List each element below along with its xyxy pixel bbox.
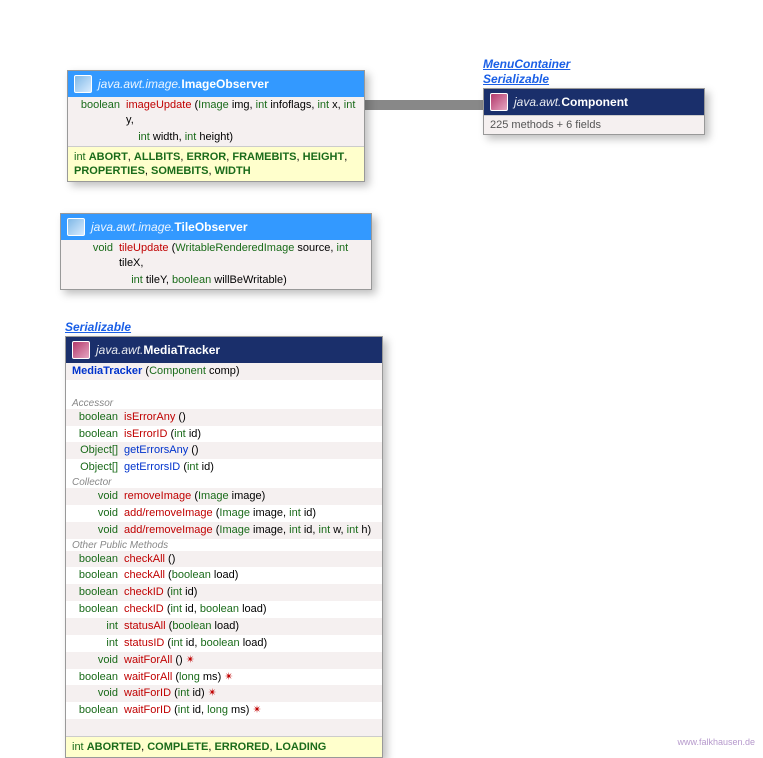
header-component: java.awt.Component xyxy=(484,89,704,115)
class-icon xyxy=(72,341,90,359)
method-sig: add/removeImage (Image image, int id, in… xyxy=(124,523,371,538)
method-sig: checkAll (boolean load) xyxy=(124,568,238,583)
method-row: intstatusID (int id, boolean load) xyxy=(66,635,382,652)
return-type: boolean xyxy=(72,552,124,567)
method-row: voidadd/removeImage (Image image, int id… xyxy=(66,505,382,522)
implements-serializable-mediatracker: Serializable xyxy=(65,320,131,334)
return-type: boolean xyxy=(72,568,124,583)
method-sig: waitForID (int id, long ms) ✴ xyxy=(124,703,262,718)
header-tile-observer: java.awt.image.TileObserver xyxy=(61,214,371,240)
implements-serializable-component: Serializable xyxy=(483,72,549,86)
method-row: voidtileUpdate (WritableRenderedImage so… xyxy=(61,240,371,272)
method-sig: removeImage (Image image) xyxy=(124,489,265,504)
name-media-tracker: MediaTracker xyxy=(143,343,220,357)
ctor-sig: MediaTracker (Component comp) xyxy=(72,364,240,379)
method-row: booleanwaitForID (int id, long ms) ✴ xyxy=(66,702,382,719)
method-sig: checkAll () xyxy=(124,552,175,567)
method-sig: add/removeImage (Image image, int id) xyxy=(124,506,316,521)
method-sig: imageUpdate (Image img, int infoflags, i… xyxy=(126,98,358,128)
return-type: int xyxy=(72,619,124,634)
method-row: booleanisErrorID (int id) xyxy=(66,426,382,443)
return-type: boolean xyxy=(72,585,124,600)
method-row: voidremoveImage (Image image) xyxy=(66,488,382,505)
return-type: void xyxy=(72,686,124,701)
method-row: voidwaitForID (int id) ✴ xyxy=(66,685,382,702)
return-type: boolean xyxy=(72,410,124,425)
method-row: intstatusAll (boolean load) xyxy=(66,618,382,635)
method-row: booleanisErrorAny () xyxy=(66,409,382,426)
summary-component: 225 methods + 6 fields xyxy=(484,115,704,134)
method-row: booleanwaitForAll (long ms) ✴ xyxy=(66,669,382,686)
method-row: voidadd/removeImage (Image image, int id… xyxy=(66,522,382,539)
connector-imageobserver-component xyxy=(358,100,488,110)
method-row: booleancheckAll () xyxy=(66,551,382,568)
section-other: Other Public Methods xyxy=(66,539,382,551)
name-tile-observer: TileObserver xyxy=(174,220,247,234)
consts-image-observer: int ABORT, ALLBITS, ERROR, FRAMEBITS, HE… xyxy=(68,146,364,182)
return-type: void xyxy=(72,489,124,504)
watermark: www.falkhausen.de xyxy=(677,737,755,747)
header-media-tracker: java.awt.MediaTracker xyxy=(66,337,382,363)
pkg-image-observer: java.awt.image. xyxy=(98,77,181,91)
name-component: Component xyxy=(561,95,628,109)
consts-media-tracker: int ABORTED, COMPLETE, ERRORED, LOADING xyxy=(66,736,382,757)
class-icon xyxy=(490,93,508,111)
method-sig: statusAll (boolean load) xyxy=(124,619,239,634)
pkg-tile-observer: java.awt.image. xyxy=(91,220,174,234)
class-media-tracker: java.awt.MediaTracker MediaTracker (Comp… xyxy=(65,336,383,758)
method-row: booleancheckID (int id) xyxy=(66,584,382,601)
method-sig: getErrorsAny () xyxy=(124,443,199,458)
class-component: java.awt.Component 225 methods + 6 field… xyxy=(483,88,705,135)
return-type: void xyxy=(72,523,124,538)
method-sig: waitForAll (long ms) ✴ xyxy=(124,670,234,685)
return-type: void xyxy=(72,653,124,668)
return-type: Object[] xyxy=(72,460,124,475)
return-type: boolean xyxy=(72,670,124,685)
constructor-row: MediaTracker (Component comp) xyxy=(66,363,382,380)
method-sig: checkID (int id) xyxy=(124,585,197,600)
method-row-cont: int tileY, boolean willBeWritable) xyxy=(61,272,371,289)
return-type: void xyxy=(72,506,124,521)
method-sig: statusID (int id, boolean load) xyxy=(124,636,267,651)
method-sig: waitForAll () ✴ xyxy=(124,653,195,668)
class-tile-observer: java.awt.image.TileObserver voidtileUpda… xyxy=(60,213,372,290)
method-sig: waitForID (int id) ✴ xyxy=(124,686,217,701)
return-type: boolean xyxy=(72,703,124,718)
header-image-observer: java.awt.image.ImageObserver xyxy=(68,71,364,97)
method-row: booleancheckID (int id, boolean load) xyxy=(66,601,382,618)
pkg-component: java.awt. xyxy=(514,95,561,109)
section-collector: Collector xyxy=(66,476,382,488)
interface-icon xyxy=(67,218,85,236)
method-sig: getErrorsID (int id) xyxy=(124,460,214,475)
method-row: booleancheckAll (boolean load) xyxy=(66,567,382,584)
return-type: boolean xyxy=(74,98,126,113)
class-image-observer: java.awt.image.ImageObserver booleanimag… xyxy=(67,70,365,182)
method-sig: isErrorID (int id) xyxy=(124,427,201,442)
pkg-media-tracker: java.awt. xyxy=(96,343,143,357)
method-row-cont: int width, int height) xyxy=(68,129,364,146)
name-image-observer: ImageObserver xyxy=(181,77,268,91)
return-type: void xyxy=(67,241,119,256)
method-sig: tileUpdate (WritableRenderedImage source… xyxy=(119,241,365,271)
implements-menucontainer: MenuContainer xyxy=(483,57,570,71)
interface-icon xyxy=(74,75,92,93)
method-row: Object[]getErrorsAny () xyxy=(66,442,382,459)
return-type: int xyxy=(72,636,124,651)
method-sig: isErrorAny () xyxy=(124,410,186,425)
method-sig: checkID (int id, boolean load) xyxy=(124,602,267,617)
method-row: voidwaitForAll () ✴ xyxy=(66,652,382,669)
return-type: boolean xyxy=(72,602,124,617)
return-type: boolean xyxy=(72,427,124,442)
method-row: booleanimageUpdate (Image img, int infof… xyxy=(68,97,364,129)
section-accessor: Accessor xyxy=(66,397,382,409)
return-type: Object[] xyxy=(72,443,124,458)
method-row: Object[]getErrorsID (int id) xyxy=(66,459,382,476)
